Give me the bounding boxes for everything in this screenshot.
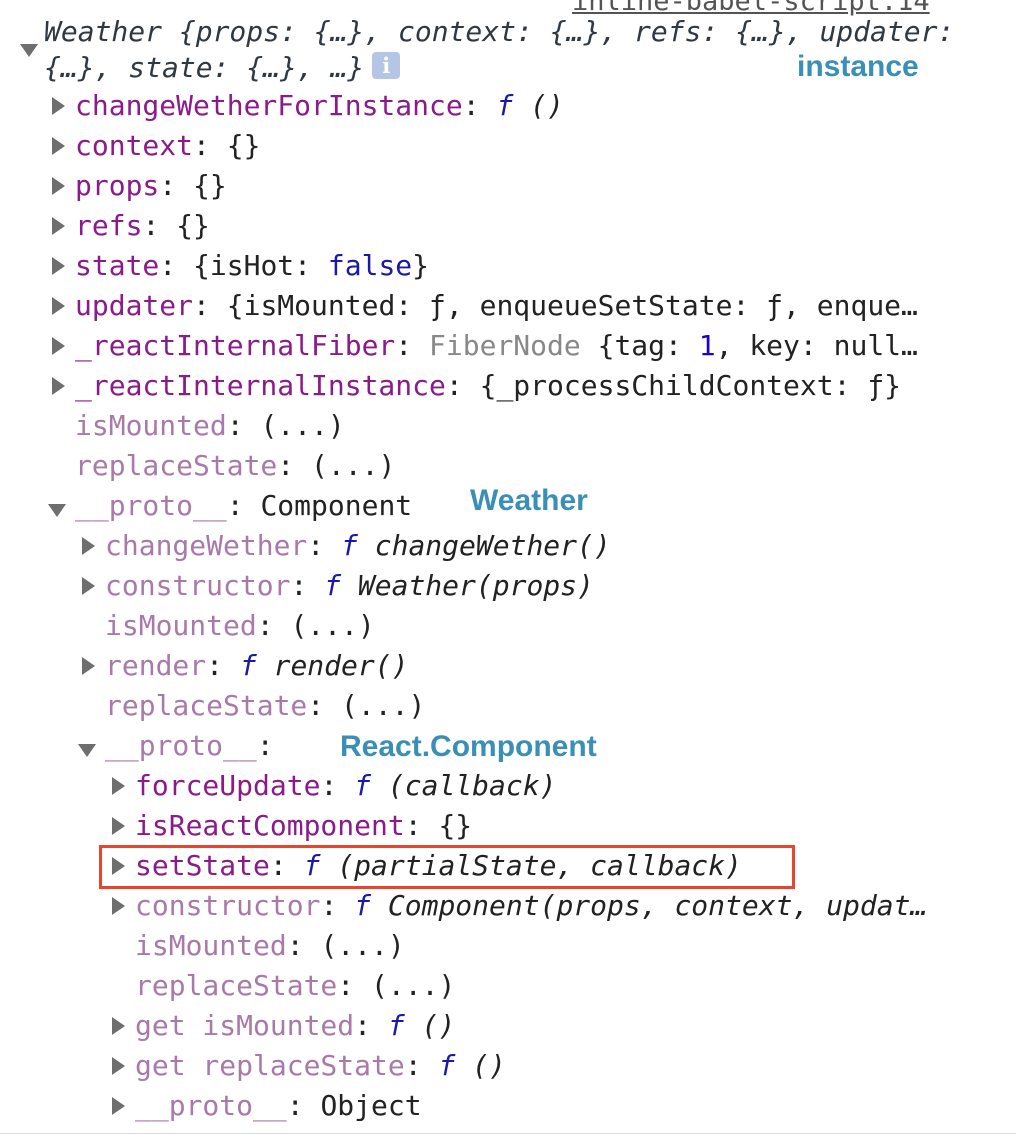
prop-row[interactable]: changeWetherForInstance: f () xyxy=(75,86,564,126)
prop-row[interactable]: setState: f (partialState, callback) xyxy=(135,846,742,886)
expand-arrow-icon[interactable] xyxy=(52,297,65,315)
prop-row[interactable]: replaceState: (...) xyxy=(105,686,425,726)
prop-row[interactable]: replaceState: (...) xyxy=(135,966,455,1006)
prop-row[interactable]: context: {} xyxy=(75,126,260,166)
collapse-arrow-icon[interactable] xyxy=(78,744,96,757)
expand-arrow-icon[interactable] xyxy=(112,897,125,915)
expand-arrow-icon[interactable] xyxy=(112,857,125,875)
expand-arrow-icon[interactable] xyxy=(52,137,65,155)
expand-arrow-icon[interactable] xyxy=(82,657,95,675)
prop-row[interactable]: get isMounted: f () xyxy=(135,1006,455,1046)
annotation-react-component: React.Component xyxy=(340,730,597,763)
prop-row[interactable]: props: {} xyxy=(75,166,227,206)
annotation-instance: instance xyxy=(797,50,919,83)
proto-row[interactable]: __proto__: xyxy=(105,726,274,766)
prop-row[interactable]: refs: {} xyxy=(75,206,210,246)
prop-row[interactable]: isMounted: (...) xyxy=(105,606,375,646)
divider xyxy=(0,1133,1016,1134)
collapse-arrow-icon[interactable] xyxy=(48,504,66,517)
expand-arrow-icon[interactable] xyxy=(112,1017,125,1035)
prop-row[interactable]: isReactComponent: {} xyxy=(135,806,472,846)
expand-arrow-icon[interactable] xyxy=(52,217,65,235)
prop-row[interactable]: state: {isHot: false} xyxy=(75,246,429,286)
prop-row[interactable]: changeWether: f changeWether() xyxy=(105,526,611,566)
proto-row[interactable]: __proto__: Component xyxy=(75,486,412,526)
expand-arrow-icon[interactable] xyxy=(52,177,65,195)
prop-row[interactable]: constructor: f Weather(props) xyxy=(105,566,594,606)
expand-arrow-icon[interactable] xyxy=(52,257,65,275)
expand-arrow-icon[interactable] xyxy=(52,97,65,115)
prop-row[interactable]: updater: {isMounted: ƒ, enqueueSetState:… xyxy=(75,286,918,326)
prop-row[interactable]: _reactInternalInstance: {_processChildCo… xyxy=(75,366,901,406)
proto-row[interactable]: __proto__: Object xyxy=(135,1086,422,1126)
expand-arrow-icon[interactable] xyxy=(112,817,125,835)
expand-arrow-icon[interactable] xyxy=(82,537,95,555)
expand-arrow-icon[interactable] xyxy=(52,377,65,395)
prop-row[interactable]: render: f render() xyxy=(105,646,408,686)
prop-row[interactable]: replaceState: (...) xyxy=(75,446,395,486)
prop-row[interactable]: get replaceState: f () xyxy=(135,1046,506,1086)
expand-arrow-icon[interactable] xyxy=(52,337,65,355)
collapse-arrow-icon[interactable] xyxy=(20,44,38,57)
expand-arrow-icon[interactable] xyxy=(112,1057,125,1075)
prop-row[interactable]: constructor: f Component(props, context,… xyxy=(135,886,927,926)
expand-arrow-icon[interactable] xyxy=(82,577,95,595)
prop-row[interactable]: forceUpdate: f (callback) xyxy=(135,766,556,806)
prop-row[interactable]: isMounted: (...) xyxy=(135,926,405,966)
prop-row[interactable]: _reactInternalFiber: FiberNode {tag: 1, … xyxy=(75,326,918,366)
annotation-weather: Weather xyxy=(470,484,588,517)
expand-arrow-icon[interactable] xyxy=(112,777,125,795)
expand-arrow-icon[interactable] xyxy=(112,1097,125,1115)
prop-row[interactable]: isMounted: (...) xyxy=(75,406,345,446)
info-icon[interactable]: i xyxy=(372,52,401,79)
